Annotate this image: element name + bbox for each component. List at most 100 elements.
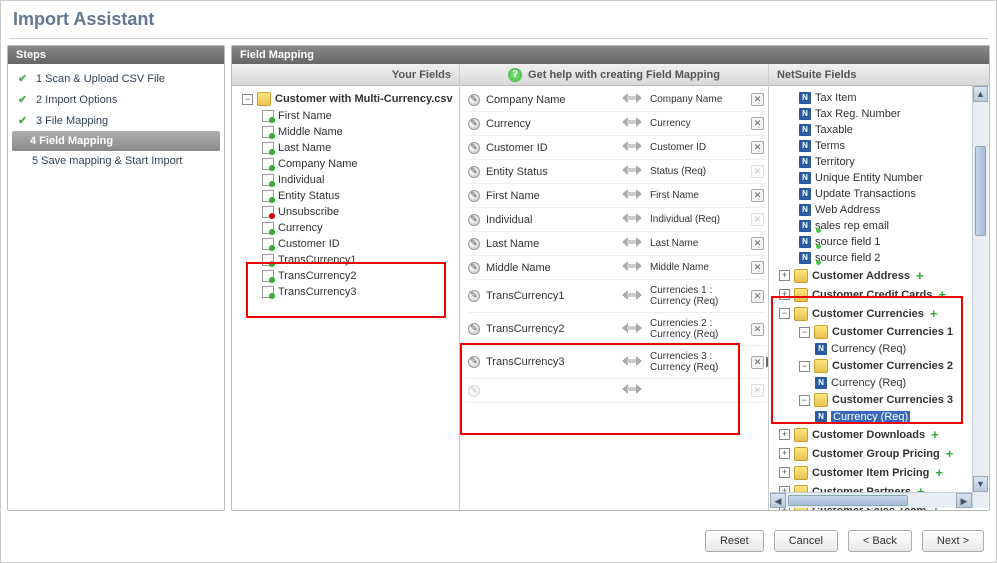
scroll-right-button[interactable]: ▶ [956,493,972,508]
csv-field-item[interactable]: Currency [238,220,453,236]
csv-field-item[interactable]: TransCurrency1 [238,252,453,268]
step-item[interactable]: ✔2 Import Options [8,89,224,110]
ns-subfolder-item[interactable]: −Customer Currencies 1 [775,323,971,341]
ns-field-item[interactable]: NUnique Entity Number [775,170,971,186]
mapping-row[interactable]: Customer IDCustomer ID✕ [466,136,766,160]
edit-icon[interactable] [468,94,480,106]
csv-field-item[interactable]: Unsubscribe [238,204,453,220]
csv-file-root[interactable]: −Customer with Multi-Currency.csv [238,90,453,108]
collapse-icon[interactable]: − [779,308,790,319]
step-item[interactable]: ✔3 File Mapping [8,110,224,131]
add-icon[interactable]: + [914,268,926,283]
expand-icon[interactable]: + [779,429,790,440]
ns-field-item[interactable]: NCurrency (Req) [775,341,971,357]
step-item[interactable]: 5 Save mapping & Start Import [8,151,224,171]
step-item[interactable]: ✔1 Scan & Upload CSV File [8,68,224,89]
ns-field-item[interactable]: Nsales rep email [775,218,971,234]
ns-field-item[interactable]: NCurrency (Req) [775,375,971,391]
mapping-row[interactable]: First NameFirst Name✕ [466,184,766,208]
back-button[interactable]: < Back [848,530,912,552]
ns-field-item[interactable]: NTerms [775,138,971,154]
remove-mapping-button[interactable]: ✕ [751,237,764,250]
mapping-row[interactable]: Middle NameMiddle Name✕ [466,256,766,280]
scroll-thumb-h[interactable] [788,495,908,506]
edit-icon[interactable] [468,356,480,368]
edit-icon[interactable] [468,238,480,250]
edit-icon[interactable] [468,323,480,335]
csv-field-item[interactable]: Middle Name [238,124,453,140]
mapping-row-empty[interactable]: ✕ [466,379,766,403]
ns-folder-item[interactable]: +Customer Address+ [775,266,971,285]
remove-mapping-button[interactable]: ✕ [751,261,764,274]
mapping-row[interactable]: Company NameCompany Name✕ [466,88,766,112]
expand-icon[interactable]: + [779,467,790,478]
ns-field-item[interactable]: NTax Reg. Number [775,106,971,122]
scroll-thumb-v[interactable] [975,146,986,236]
ns-field-item[interactable]: NTax Item [775,90,971,106]
edit-icon[interactable] [468,142,480,154]
help-icon[interactable]: ? [508,68,522,82]
ns-subfolder-item[interactable]: −Customer Currencies 3 [775,391,971,409]
scroll-up-button[interactable]: ▲ [973,86,988,102]
collapse-icon[interactable]: − [242,94,253,105]
ns-folder-item[interactable]: +Customer Item Pricing+ [775,463,971,482]
add-icon[interactable]: + [928,306,940,321]
ns-field-item[interactable]: NTaxable [775,122,971,138]
edit-icon[interactable] [468,118,480,130]
ns-folder-currencies[interactable]: −Customer Currencies+ [775,304,971,323]
remove-mapping-button[interactable]: ✕ [751,189,764,202]
next-button[interactable]: Next > [922,530,984,552]
mapping-row[interactable]: TransCurrency2Currencies 2 : Currency (R… [466,313,766,346]
cancel-button[interactable]: Cancel [774,530,838,552]
expand-icon[interactable]: + [779,289,790,300]
remove-mapping-button[interactable]: ✕ [751,93,764,106]
remove-mapping-button[interactable]: ✕ [751,141,764,154]
ns-field-item[interactable]: NWeb Address [775,202,971,218]
ns-folder-item[interactable]: +Customer Downloads+ [775,425,971,444]
scroll-down-button[interactable]: ▼ [973,476,988,492]
ns-field-item[interactable]: Nsource field 1 [775,234,971,250]
csv-field-item[interactable]: TransCurrency2 [238,268,453,284]
mapping-row[interactable]: CurrencyCurrency✕ [466,112,766,136]
edit-icon[interactable] [468,190,480,202]
csv-field-item[interactable]: Individual [238,172,453,188]
ns-field-item[interactable]: NTerritory [775,154,971,170]
csv-field-item[interactable]: Company Name [238,156,453,172]
csv-field-item[interactable]: TransCurrency3 [238,284,453,300]
collapse-icon[interactable]: − [799,395,810,406]
ns-horizontal-scrollbar[interactable]: ◀ ▶ [770,492,972,508]
ns-field-item[interactable]: NCurrency (Req) [775,409,971,425]
csv-field-item[interactable]: First Name [238,108,453,124]
collapse-icon[interactable]: − [799,361,810,372]
ns-field-item[interactable]: NUpdate Transactions [775,186,971,202]
remove-mapping-button[interactable]: ✕ [751,117,764,130]
add-icon[interactable]: + [933,465,945,480]
remove-mapping-button[interactable]: ✕ [751,323,764,336]
add-icon[interactable]: + [929,427,941,442]
csv-field-item[interactable]: Customer ID [238,236,453,252]
add-icon[interactable]: + [944,446,956,461]
ns-vertical-scrollbar[interactable]: ▲ ▼ [972,86,988,508]
mapping-row[interactable]: IndividualIndividual (Req)✕ [466,208,766,232]
mapping-row[interactable]: Entity StatusStatus (Req)✕ [466,160,766,184]
mapping-row[interactable]: TransCurrency3Currencies 3 : Currency (R… [466,346,766,379]
remove-mapping-button[interactable]: ✕ [751,356,764,369]
scroll-left-button[interactable]: ◀ [770,493,786,508]
csv-field-item[interactable]: Last Name [238,140,453,156]
mapping-row[interactable]: Last NameLast Name✕ [466,232,766,256]
mapping-row[interactable]: TransCurrency1Currencies 1 : Currency (R… [466,280,766,313]
edit-icon[interactable] [468,166,480,178]
ns-folder-item[interactable]: +Customer Group Pricing+ [775,444,971,463]
step-item[interactable]: 4 Field Mapping [12,131,220,151]
expand-icon[interactable]: + [779,270,790,281]
collapse-icon[interactable]: − [799,327,810,338]
edit-icon[interactable] [468,214,480,226]
csv-field-item[interactable]: Entity Status [238,188,453,204]
edit-icon[interactable] [468,262,480,274]
ns-subfolder-item[interactable]: −Customer Currencies 2 [775,357,971,375]
ns-field-item[interactable]: Nsource field 2 [775,250,971,266]
add-icon[interactable]: + [936,287,948,302]
ns-folder-item[interactable]: +Customer Credit Cards+ [775,285,971,304]
remove-mapping-button[interactable]: ✕ [751,290,764,303]
reset-button[interactable]: Reset [705,530,764,552]
